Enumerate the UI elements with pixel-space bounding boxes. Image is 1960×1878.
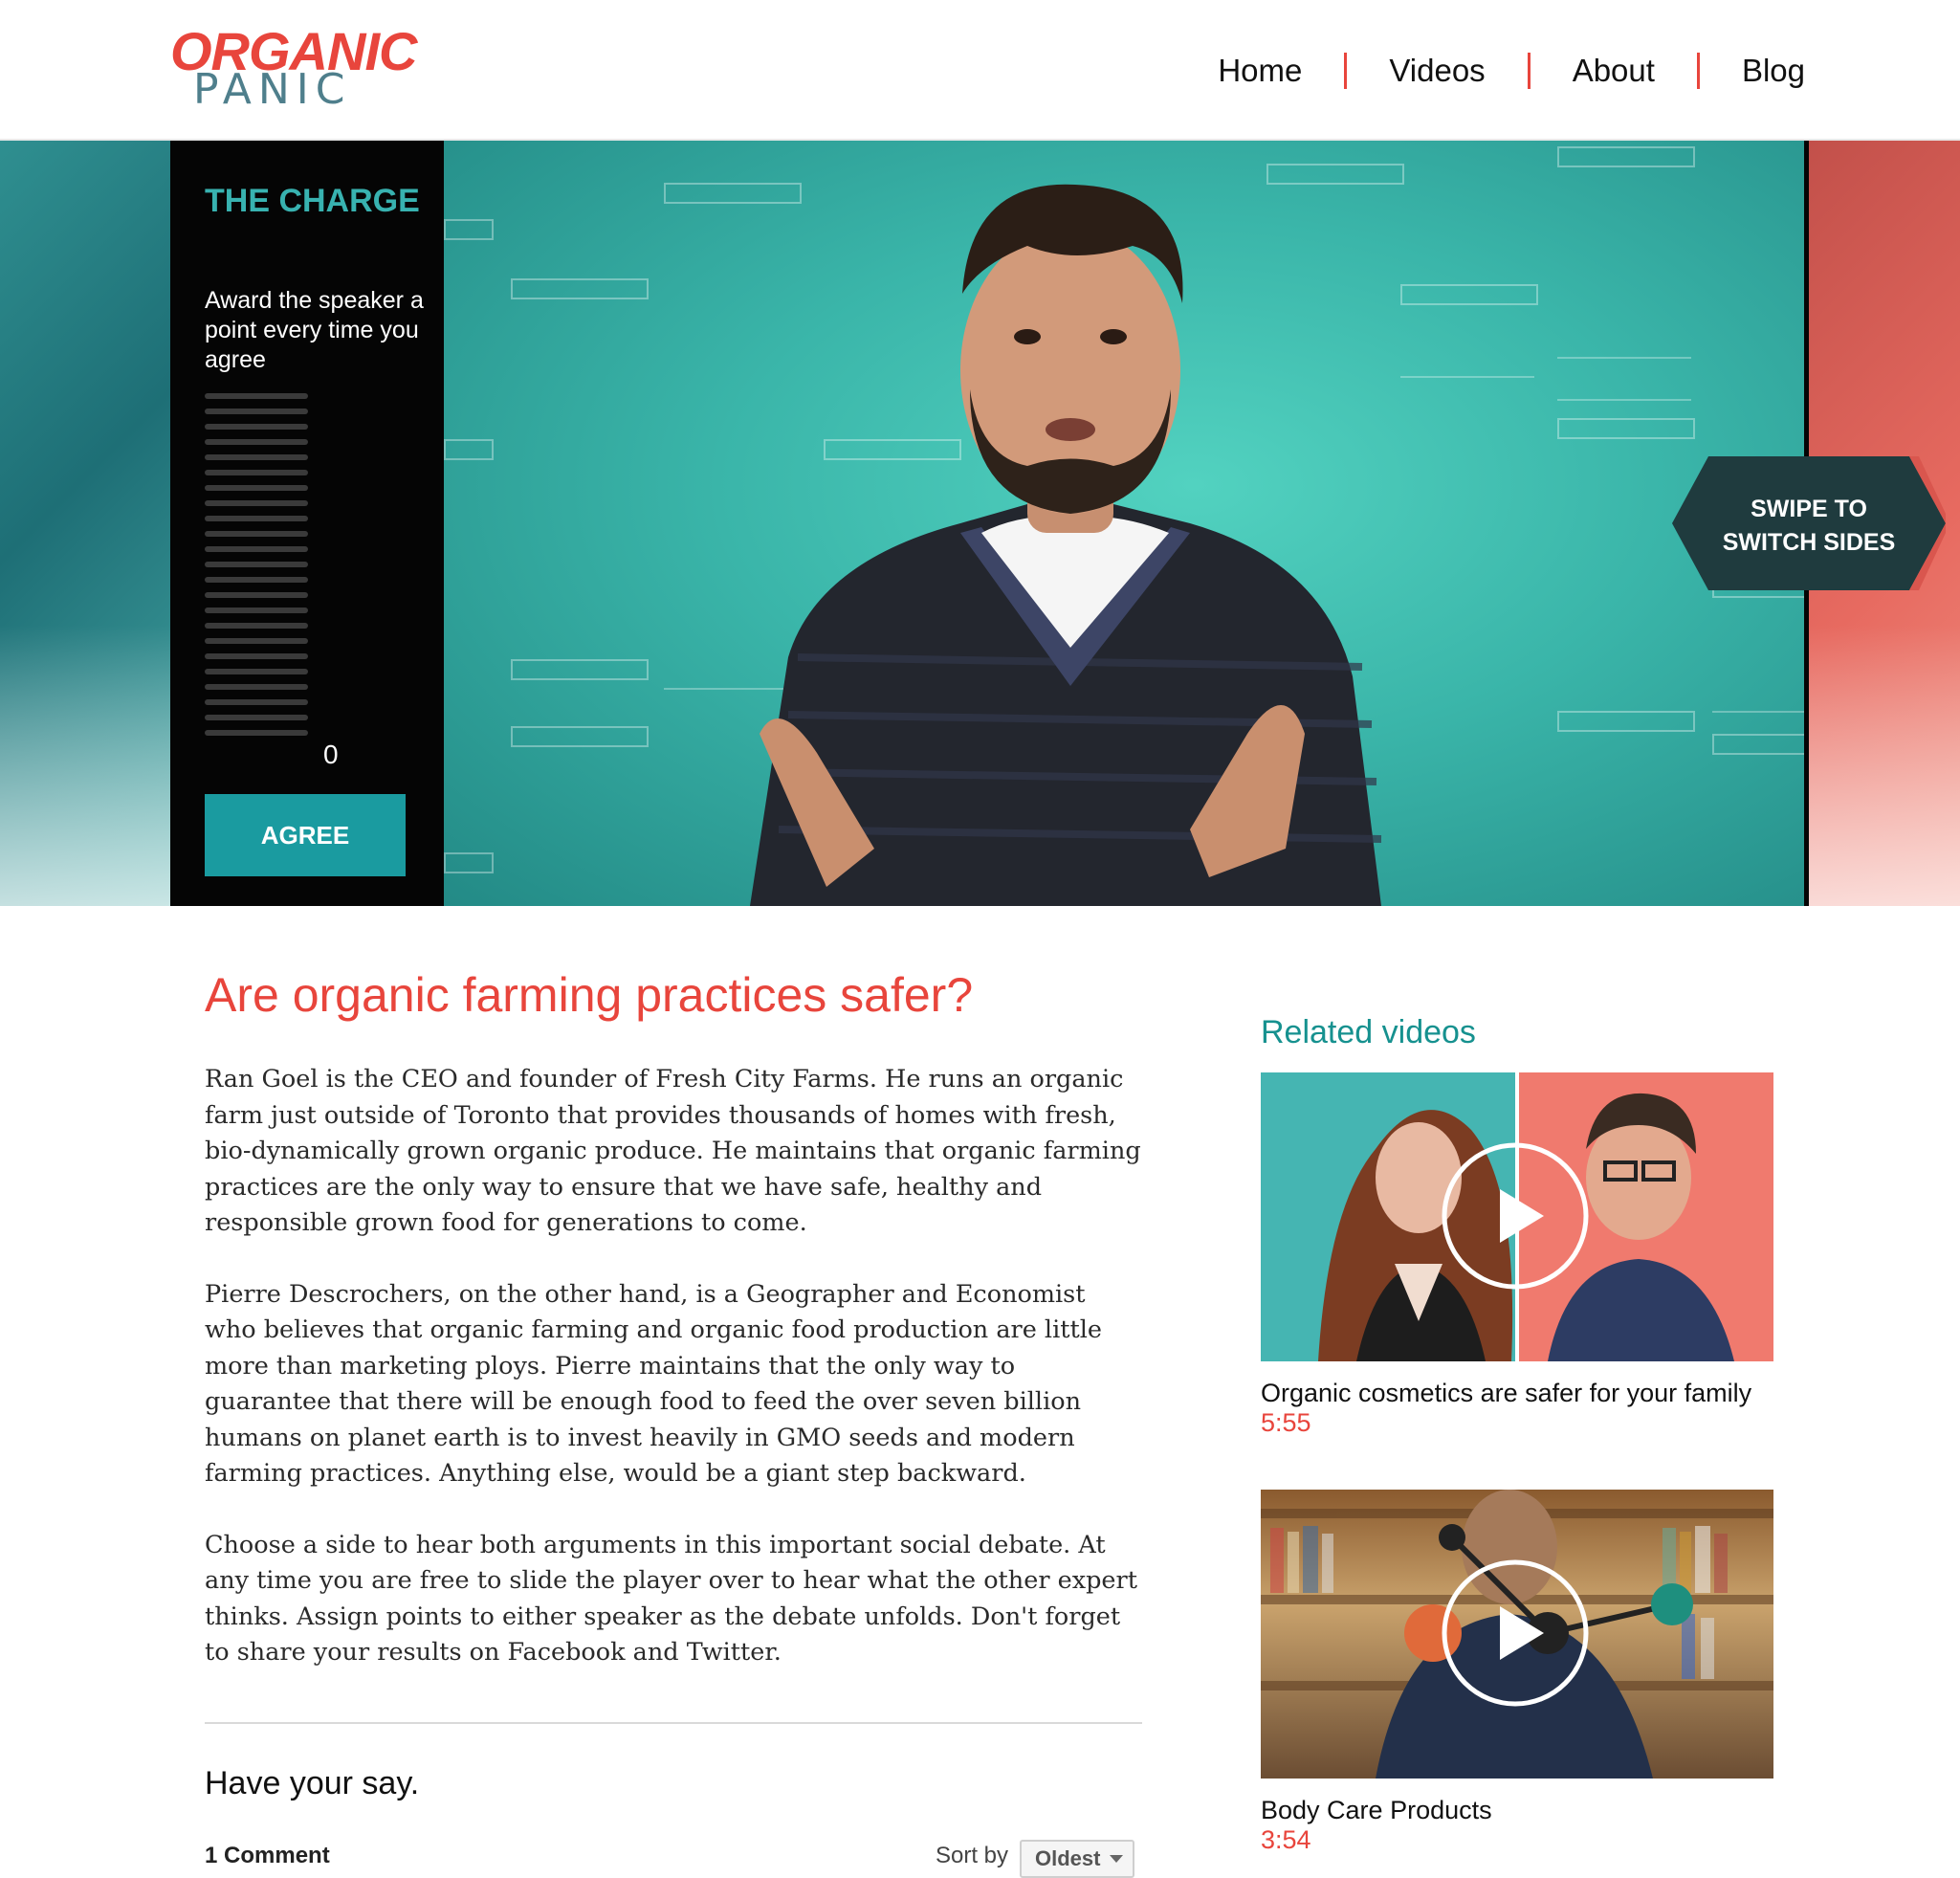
play-icon[interactable] — [1441, 1141, 1590, 1291]
video-frame[interactable] — [444, 141, 1808, 906]
sort-value: Oldest — [1035, 1846, 1101, 1870]
related-video-duration: 3:54 — [1261, 1825, 1311, 1854]
debate-player: THE CHARGE Award the speaker a point eve… — [0, 141, 1960, 906]
nav-divider — [1696, 53, 1700, 89]
related-videos-heading: Related videos — [1261, 1014, 1476, 1050]
site-logo[interactable]: ORGANIC PANIC — [170, 25, 417, 121]
agreement-score: 0 — [323, 740, 339, 769]
play-icon[interactable] — [1441, 1558, 1590, 1708]
swipe-label: SWIPE TO SWITCH SIDES — [1722, 496, 1896, 556]
related-video-thumbnail[interactable] — [1261, 1490, 1773, 1779]
charge-panel-title: THE CHARGE — [205, 183, 420, 219]
charge-panel: THE CHARGE Award the speaker a point eve… — [170, 141, 444, 906]
comments-heading: Have your say. — [205, 1765, 420, 1801]
agreement-meter — [205, 393, 308, 745]
chevron-down-icon — [1110, 1855, 1124, 1863]
speaker-figure — [750, 184, 1382, 906]
charge-panel-instructions: Award the speaker a point every time you… — [205, 287, 424, 373]
article: Are organic farming practices safer? Ran… — [205, 966, 1142, 1707]
nav-about[interactable]: About — [1573, 50, 1655, 92]
nav-divider — [1527, 53, 1531, 89]
sort-dropdown[interactable]: Oldest — [1020, 1840, 1134, 1878]
article-paragraph: Ran Goel is the CEO and founder of Fresh… — [205, 1065, 1141, 1237]
left-side-backdrop — [0, 141, 172, 906]
nav-videos[interactable]: Videos — [1389, 50, 1485, 92]
nav-home[interactable]: Home — [1218, 50, 1302, 92]
comment-count: 1 Comment — [205, 1843, 330, 1868]
site-header: ORGANIC PANIC Home Videos About Blog — [0, 0, 1960, 141]
sort-label: Sort by — [936, 1843, 1009, 1868]
related-videos: Related videos Organic cosmetics are saf… — [1261, 1014, 1773, 1855]
logo-word-panic: PANIC — [193, 65, 352, 114]
nav-blog[interactable]: Blog — [1742, 50, 1805, 92]
nav-divider — [1344, 53, 1348, 89]
article-title: Are organic farming practices safer? — [205, 968, 974, 1022]
related-video-thumbnail[interactable] — [1261, 1072, 1773, 1361]
section-divider — [205, 1722, 1142, 1724]
related-video-duration: 5:55 — [1261, 1408, 1311, 1437]
main-nav: Home Videos About Blog — [1218, 50, 1805, 92]
related-video-title[interactable]: Body Care Products — [1261, 1796, 1773, 1824]
related-video-title[interactable]: Organic cosmetics are safer for your fam… — [1261, 1379, 1773, 1407]
agree-button[interactable]: AGREE — [205, 794, 406, 876]
article-paragraph: Choose a side to hear both arguments in … — [205, 1530, 1137, 1668]
swipe-to-switch-sides-button[interactable]: SWIPE TO SWITCH SIDES — [1672, 456, 1946, 590]
article-paragraph: Pierre Descrochers, on the other hand, i… — [205, 1279, 1102, 1489]
